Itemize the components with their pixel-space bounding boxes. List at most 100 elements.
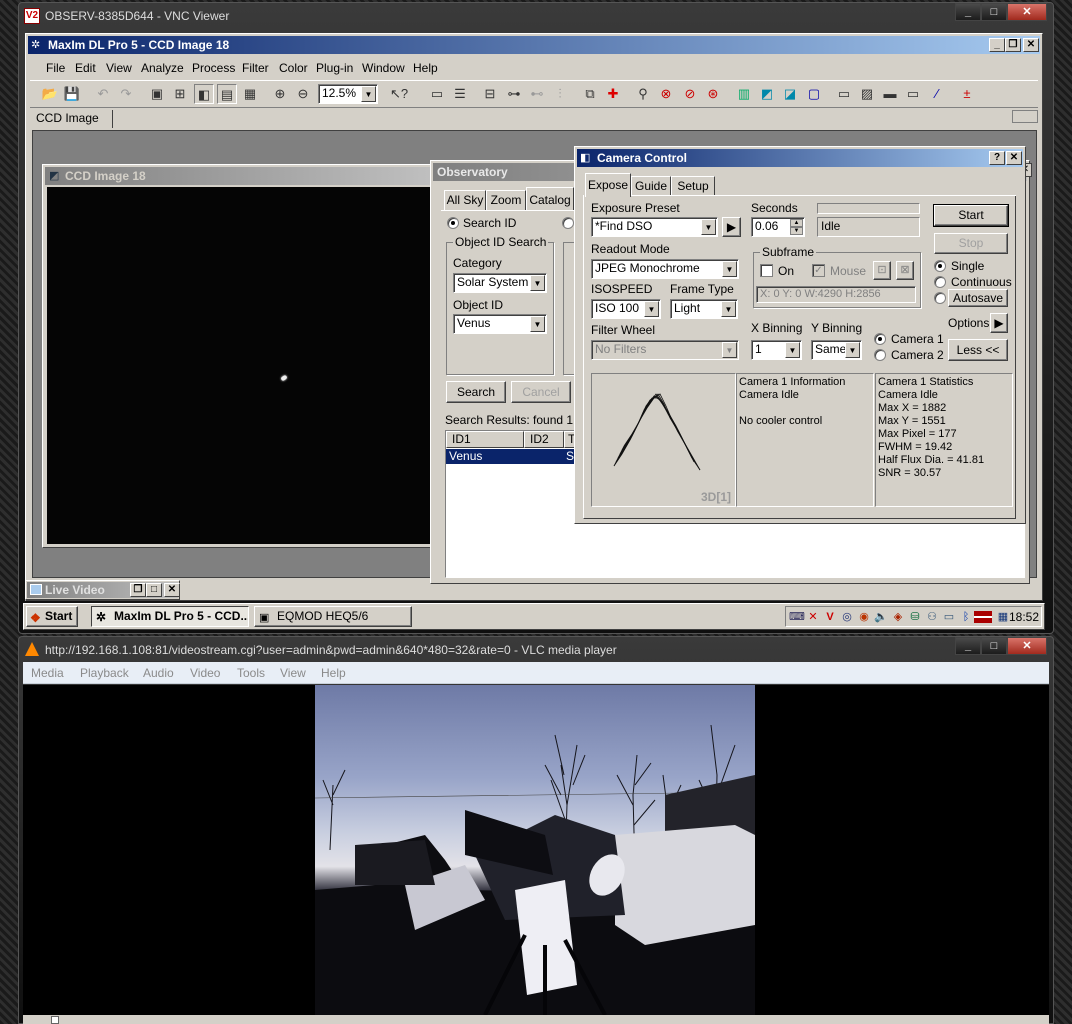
volume-icon[interactable]: 🔈 <box>874 610 888 624</box>
menu-window[interactable]: Window <box>362 61 405 75</box>
object-id-select[interactable]: Venus ▼ <box>453 314 547 334</box>
zoom-select[interactable]: 12.5% ▼ <box>318 84 378 104</box>
start-button[interactable]: Start <box>933 204 1009 227</box>
image-icon[interactable]: ▣ <box>147 84 167 104</box>
filter-wheel-select[interactable]: No Filters ▼ <box>591 340 739 360</box>
live-video-window[interactable]: Live Video ❐ □ ✕ <box>25 580 180 600</box>
vlc-menu-media[interactable]: Media <box>31 666 64 680</box>
y-binning-select[interactable]: Same ▼ <box>811 340 862 360</box>
tab-catalog[interactable]: Catalog <box>526 187 574 211</box>
open-icon[interactable]: 📂 <box>40 84 60 104</box>
subframe-mouse-checkbox[interactable]: ✓ <box>812 264 825 277</box>
measure-icon[interactable]: ⫶ <box>550 84 570 104</box>
camera-2-radio[interactable] <box>874 349 886 361</box>
menu-analyze[interactable]: Analyze <box>141 61 184 75</box>
math-icon[interactable]: ± <box>957 84 977 104</box>
stop-button[interactable]: Stop <box>934 233 1008 254</box>
close-button[interactable]: ✕ <box>1007 3 1047 21</box>
histogram-icon[interactable]: ▥ <box>734 84 754 104</box>
camera-close-button[interactable]: ✕ <box>1006 151 1022 165</box>
camera-1-radio[interactable] <box>874 333 886 345</box>
drive-icon[interactable]: ⛁ <box>908 610 922 624</box>
cancel-button[interactable]: Cancel <box>511 381 571 403</box>
mode-autosave-radio[interactable] <box>934 292 946 304</box>
menu-view[interactable]: View <box>106 61 132 75</box>
mdi-tab-control[interactable] <box>1012 110 1038 123</box>
tab-zoom[interactable]: Zoom <box>486 190 526 210</box>
star-marker-icon[interactable]: ⊗ <box>656 84 676 104</box>
menu-help[interactable]: Help <box>413 61 438 75</box>
column-header-id1[interactable]: ID1 <box>446 431 524 448</box>
display-icon[interactable]: ▦ <box>996 610 1010 624</box>
exposure-preset-select[interactable]: *Find DSO ▼ <box>591 217 718 237</box>
layers-icon[interactable]: ◩ <box>757 84 777 104</box>
maximize-button[interactable]: □ <box>981 3 1007 21</box>
less-button[interactable]: Less << <box>948 339 1008 361</box>
stop-icon[interactable]: ⊘ <box>680 84 700 104</box>
copy-icon[interactable]: ⧉ <box>580 84 600 104</box>
vnc-tray-icon[interactable]: V <box>823 610 837 624</box>
square-icon[interactable]: ▢ <box>804 84 824 104</box>
menu-filter[interactable]: Filter <box>242 61 269 75</box>
minimize-button[interactable]: _ <box>955 3 981 21</box>
vlc-menu-tools[interactable]: Tools <box>237 666 265 680</box>
table-row[interactable]: Venus Sc <box>446 449 580 464</box>
maxim-close-button[interactable]: ✕ <box>1023 38 1039 52</box>
app-tray-icon[interactable]: ◈ <box>891 610 905 624</box>
vlc-maximize-button[interactable]: □ <box>981 637 1007 655</box>
tab-setup[interactable]: Setup <box>671 176 715 196</box>
fullscreen-icon[interactable]: ⊞ <box>170 84 190 104</box>
column-header-id2[interactable]: ID2 <box>524 431 564 448</box>
tile-icon[interactable]: ◪ <box>780 84 800 104</box>
ccd-image-canvas[interactable] <box>47 187 431 544</box>
menu-plugin[interactable]: Plug-in <box>316 61 353 75</box>
spin-up-icon[interactable]: ▲ <box>790 219 803 227</box>
context-help-icon[interactable]: ↖? <box>389 84 409 104</box>
menu-color[interactable]: Color <box>279 61 308 75</box>
seek-handle[interactable] <box>51 1016 59 1024</box>
mode-continuous-radio[interactable] <box>934 276 946 288</box>
camera-help-button[interactable]: ? <box>989 151 1005 165</box>
pin-icon[interactable]: ⚲ <box>633 84 653 104</box>
settings-icon[interactable]: ▦ <box>240 84 260 104</box>
calibrate-icon[interactable]: ⊟ <box>480 84 500 104</box>
subframe-reset-icon[interactable]: ⊠ <box>896 261 914 280</box>
shield-icon[interactable]: ◉ <box>857 610 871 624</box>
panel-icon[interactable]: ▭ <box>834 84 854 104</box>
vlc-minimize-button[interactable]: _ <box>955 637 981 655</box>
menu-edit[interactable]: Edit <box>75 61 96 75</box>
subframe-select-icon[interactable]: ⊡ <box>873 261 891 280</box>
live-video-restore-button[interactable]: ❐ <box>130 583 146 597</box>
menu-file[interactable]: File <box>46 61 65 75</box>
vlc-close-button[interactable]: ✕ <box>1007 637 1047 655</box>
taskbar-item-eqmod[interactable]: ▣ EQMOD HEQ5/6 <box>254 606 412 627</box>
undo-icon[interactable]: ↶ <box>93 84 113 104</box>
combine-icon[interactable]: ⊷ <box>527 84 547 104</box>
vlc-menu-video[interactable]: Video <box>190 666 220 680</box>
vlc-menu-view[interactable]: View <box>280 666 306 680</box>
live-video-maximize-button[interactable]: □ <box>146 583 162 597</box>
vlc-seek-bar[interactable] <box>23 1015 1049 1024</box>
network-icon[interactable]: ⌨ <box>789 610 805 624</box>
isospeed-select[interactable]: ISO 100 ▼ <box>591 299 661 319</box>
search-button[interactable]: Search <box>446 381 506 403</box>
live-video-close-button[interactable]: ✕ <box>164 583 180 597</box>
stack-icon[interactable]: ☰ <box>450 84 470 104</box>
camera-control-icon[interactable]: ◧ <box>194 84 214 104</box>
network-error-icon[interactable]: ✕ <box>806 610 820 624</box>
vlc-menu-playback[interactable]: Playback <box>80 666 129 680</box>
readout-mode-select[interactable]: JPEG Monochrome ▼ <box>591 259 739 279</box>
autosave-button[interactable]: Autosave <box>948 289 1008 307</box>
redo-icon[interactable]: ↷ <box>116 84 136 104</box>
search-other-radio[interactable] <box>562 217 574 229</box>
tab-expose[interactable]: Expose <box>585 173 631 197</box>
menu-process[interactable]: Process <box>192 61 235 75</box>
align-icon[interactable]: ⊶ <box>504 84 524 104</box>
tab-guide[interactable]: Guide <box>631 176 671 196</box>
picture-icon[interactable]: ▨ <box>857 84 877 104</box>
language-flag-icon[interactable] <box>974 611 992 623</box>
save-icon[interactable]: 💾 <box>62 84 82 104</box>
strip-icon[interactable]: ▭ <box>903 84 923 104</box>
reset-icon[interactable]: ⊛ <box>703 84 723 104</box>
film-icon[interactable]: ▬ <box>880 84 900 104</box>
